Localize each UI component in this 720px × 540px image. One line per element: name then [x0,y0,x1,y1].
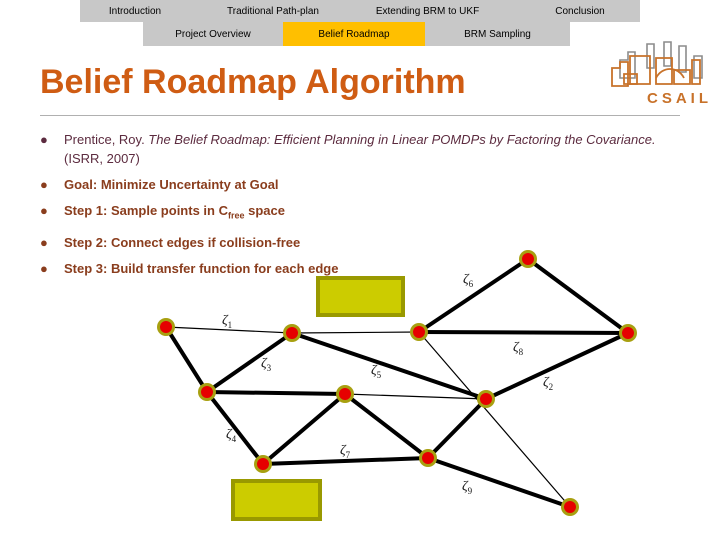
bullet-marker-icon: ● [40,260,48,276]
nav-bar-primary: Introduction Traditional Path-plan Exten… [80,0,640,22]
graph-node-ring [254,455,272,473]
nav-item-brm-sampling[interactable]: BRM Sampling [425,22,570,46]
nav-bar-secondary: Project Overview Belief Roadmap BRM Samp… [143,22,570,46]
nav-item-label: Belief Roadmap [318,28,390,40]
nav-item-extending-brm-to-ukf[interactable]: Extending BRM to UKF [355,0,500,22]
nav-item-conclusion[interactable]: Conclusion [520,0,640,22]
list-item-label: Step 2: Connect edges if collision-free [64,234,301,250]
nav-item-label: Traditional Path-plan [227,5,319,17]
nav-item-label: Introduction [108,5,162,17]
list-item: ● Prentice, Roy. The Belief Roadmap: Eff… [36,130,696,168]
list-item: ● Step 1: Sample points in Cfree space [36,201,696,226]
graph-edge [484,331,630,401]
step1-subscript: free [227,210,245,221]
list-item: ● Goal: Minimize Uncertainty at Goal [36,175,696,194]
graph-edge-label: ζ8 [513,340,524,357]
nav-item-project-overview[interactable]: Project Overview [143,22,283,46]
graph-edge-label: ζ6 [463,272,474,289]
citation-venue: (ISRR, 2007) [64,151,140,166]
graph-node-ring [419,449,437,467]
graph-node [622,327,634,339]
list-item: ● Step 2: Connect edges if collision-fre… [36,233,696,252]
graph-edge-label: ζ2 [543,375,554,392]
graph-node-ring [561,498,579,516]
csail-wordmark: CSAIL [647,90,712,107]
graph-edge [426,456,572,509]
list-item-label: Goal: Minimize Uncertainty at Goal [64,177,279,192]
nav-item-traditional-path-plan[interactable]: Traditional Path-plan [208,0,338,22]
list-item-label: Step 1: Sample points in Cfree space [64,201,285,226]
graph-edge-label: ζ3 [261,356,272,373]
nav-item-label: Conclusion [555,5,605,17]
graph-node-ring [477,390,495,408]
step1-suffix: space [244,203,285,218]
graph-edge [426,397,488,460]
bullet-marker-icon: ● [40,203,48,218]
graph-node [413,326,425,338]
graph-node-ring [619,324,637,342]
nav-item-label: BRM Sampling [464,28,531,40]
bullet-marker-icon: ● [40,234,48,250]
nav-item-label: Project Overview [175,28,251,40]
graph-node [286,327,298,339]
graph-node [564,501,576,513]
citation-title: The Belief Roadmap: Efficient Planning i… [148,132,656,147]
bullet-marker-icon: ● [40,177,48,192]
graph-edge [205,331,294,394]
bullet-marker-icon: ● [40,132,48,147]
graph-node [257,458,269,470]
graph-obstacle-box [231,479,322,521]
citation-author: Prentice, Roy. [64,132,149,147]
graph-node [160,321,172,333]
graph-node-ring [198,383,216,401]
nav-item-introduction[interactable]: Introduction [80,0,190,22]
graph-edge [261,392,347,466]
graph-edge [291,331,420,334]
title-divider [40,115,680,116]
graph-edge [418,331,571,508]
list-item-label: Prentice, Roy. The Belief Roadmap: Effic… [64,130,696,168]
page-title: Belief Roadmap Algorithm [40,63,466,101]
graph-node-ring [410,323,428,341]
graph-edge [290,331,488,401]
graph-edge-label: ζ1 [222,313,233,330]
graph-edge [343,392,430,460]
graph-node [480,393,492,405]
graph-edge-label: ζ9 [462,479,473,496]
graph-node-ring [336,385,354,403]
graph-node-ring [157,318,175,336]
graph-edge-label: ζ7 [340,443,351,460]
nav-item-label: Extending BRM to UKF [375,5,480,17]
graph-edges [164,257,630,509]
graph-node-ring [283,324,301,342]
nav-item-belief-roadmap[interactable]: Belief Roadmap [283,22,425,46]
graph-node [339,388,351,400]
list-item-label: Step 3: Build transfer function for each… [64,260,339,276]
bullet-list: ● Prentice, Roy. The Belief Roadmap: Eff… [36,130,696,285]
graph-node [201,386,213,398]
graph-edge [205,390,347,396]
graph-edge-label: ζ5 [371,363,382,380]
graph-edge [417,330,630,335]
list-item: ● Step 3: Build transfer function for ea… [36,259,696,278]
graph-node [422,452,434,464]
graph-edge [344,393,487,400]
graph-edge [164,325,209,394]
graph-edge-label: ζ4 [226,427,237,444]
graph-nodes [157,250,637,516]
graph-occupancy-boxes [231,276,405,521]
step1-prefix: Step 1: Sample points in C [64,203,228,218]
